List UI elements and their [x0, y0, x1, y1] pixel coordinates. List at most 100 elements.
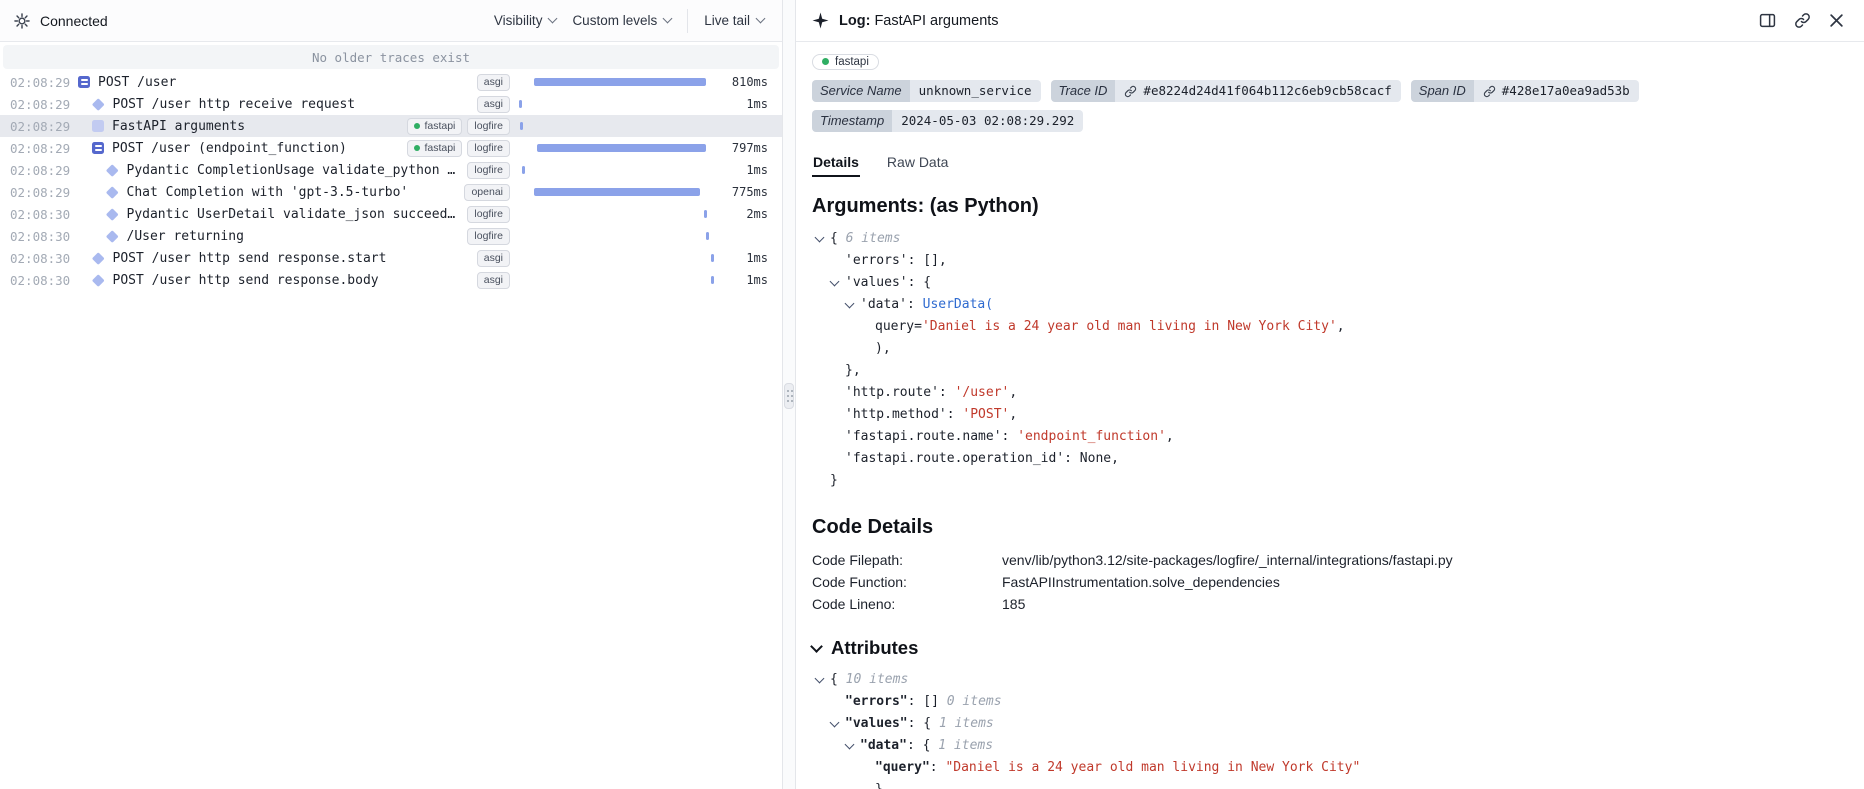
trace-row[interactable]: 02:08:29 Chat Completion with 'gpt-3.5-tu…	[0, 181, 782, 203]
chevron-down-icon	[548, 14, 558, 24]
trace-timeline	[518, 225, 714, 247]
meta-label: Service Name	[812, 80, 910, 102]
resize-grip-handle[interactable]	[784, 383, 794, 409]
chevron-down-icon	[756, 14, 766, 24]
attributes-heading: Attributes	[831, 637, 918, 659]
trace-timestamp: 02:08:30	[0, 207, 78, 222]
duration-bar	[534, 78, 706, 86]
json-line: 'http.method': 'POST',	[812, 404, 1840, 426]
json-line: { 10 items	[812, 669, 1840, 691]
toolbar-separator	[687, 9, 688, 33]
connection-status: Connected	[40, 13, 108, 29]
live-tail-dropdown[interactable]: Live tail	[704, 13, 764, 28]
duration-bar	[704, 210, 707, 218]
link-icon[interactable]	[1483, 85, 1496, 98]
duration-bar	[706, 232, 709, 240]
trace-timestamp: 02:08:29	[0, 185, 78, 200]
meta-trace-id: Trace ID#e8224d24d41f064b112c6eb9cb58cac…	[1051, 80, 1401, 102]
trace-duration: 1ms	[714, 97, 768, 111]
trace-message: POST /user http receive request	[113, 97, 356, 112]
open-in-panel-icon[interactable]	[1759, 12, 1776, 29]
meta-value: unknown_service	[910, 80, 1041, 102]
trace-row[interactable]: 02:08:30/User returninglogfire	[0, 225, 782, 247]
scope-badge-logfire: logfire	[467, 228, 510, 245]
collapse-caret-icon[interactable]	[815, 233, 825, 243]
trace-row[interactable]: 02:08:30POST /user http send response.st…	[0, 247, 782, 269]
trace-timestamp: 02:08:30	[0, 229, 78, 244]
trace-row[interactable]: 02:08:29FastAPI argumentsfastapilogfire	[0, 115, 782, 137]
visibility-dropdown[interactable]: Visibility	[494, 13, 557, 28]
chevron-down-icon	[663, 14, 673, 24]
json-line: ),	[812, 338, 1840, 360]
trace-timestamp: 02:08:29	[0, 97, 78, 112]
trace-row[interactable]: 02:08:29POST /user (endpoint_function)fa…	[0, 137, 782, 159]
code-detail-row: Code Lineno:185	[812, 593, 1840, 615]
trace-timeline	[518, 71, 714, 93]
meta-value-text: 2024-05-03 02:08:29.292	[901, 110, 1074, 132]
trace-message: Chat Completion with 'gpt-3.5-turbo'	[127, 185, 409, 200]
detail-title-text: FastAPI arguments	[874, 13, 998, 29]
collapse-caret-icon[interactable]	[815, 674, 825, 684]
json-line: 'values': {	[812, 272, 1840, 294]
duration-bar	[522, 166, 525, 174]
log-diamond-icon	[92, 274, 104, 286]
trace-message: POST /user (endpoint_function)	[112, 141, 347, 156]
link-icon[interactable]	[1124, 85, 1137, 98]
live-tail-label: Live tail	[704, 13, 750, 28]
panel-resize-divider[interactable]	[783, 0, 796, 789]
trace-row[interactable]: 02:08:29Pydantic CompletionUsage validat…	[0, 159, 782, 181]
collapse-caret-icon[interactable]	[830, 718, 840, 728]
meta-span-id: Span ID#428e17a0ea9ad53b	[1411, 80, 1639, 102]
trace-row[interactable]: 02:08:30POST /user http send response.bo…	[0, 269, 782, 291]
json-line: 'data': UserData(	[812, 294, 1840, 316]
collapse-caret-icon[interactable]	[845, 299, 855, 309]
collapse-caret-icon[interactable]	[830, 277, 840, 287]
trace-duration: 2ms	[714, 207, 768, 221]
code-detail-value: venv/lib/python3.12/site-packages/logfir…	[1002, 549, 1840, 571]
custom-levels-dropdown[interactable]: Custom levels	[572, 13, 671, 28]
chevron-down-icon	[810, 640, 823, 653]
close-icon[interactable]	[1829, 13, 1844, 28]
code-detail-value: 185	[1002, 593, 1840, 615]
settings-gear-icon[interactable]	[14, 13, 30, 29]
detail-body: fastapi Service Nameunknown_service Trace…	[796, 42, 1864, 789]
trace-duration: 1ms	[714, 273, 768, 287]
trace-timeline	[518, 247, 714, 269]
json-line: "query": "Daniel is a 24 year old man li…	[812, 757, 1840, 779]
tab-raw-data[interactable]: Raw Data	[886, 150, 949, 177]
detail-title-prefix: Log:	[839, 13, 870, 29]
trace-duration: 1ms	[714, 163, 768, 177]
json-line: 'http.route': '/user',	[812, 382, 1840, 404]
attributes-section-toggle[interactable]: Attributes	[812, 637, 1840, 659]
logfire-log-icon	[812, 12, 829, 29]
trace-timestamp: 02:08:29	[0, 75, 78, 90]
scope-badge-asgi: asgi	[477, 272, 510, 289]
detail-header: Log: FastAPI arguments	[796, 0, 1864, 42]
trace-message: POST /user http send response.body	[113, 273, 379, 288]
meta-timestamp: Timestamp2024-05-03 02:08:29.292	[812, 110, 1083, 132]
collapse-caret-icon[interactable]	[845, 740, 855, 750]
meta-row-ids: Service Nameunknown_service Trace ID#e822…	[812, 80, 1840, 102]
code-detail-label: Code Function:	[812, 571, 1002, 593]
trace-timestamp: 02:08:29	[0, 141, 78, 156]
scope-tag-fastapi: fastapi	[812, 54, 879, 70]
span-square-icon	[92, 120, 104, 132]
trace-timeline	[518, 181, 714, 203]
trace-row[interactable]: 02:08:29POST /user http receive requesta…	[0, 93, 782, 115]
meta-service-name: Service Nameunknown_service	[812, 80, 1041, 102]
trace-row[interactable]: 02:08:30Pydantic UserDetail validate_jso…	[0, 203, 782, 225]
duration-bar	[711, 254, 714, 262]
tab-details[interactable]: Details	[812, 150, 860, 177]
visibility-label: Visibility	[494, 13, 543, 28]
copy-link-icon[interactable]	[1794, 12, 1811, 29]
scope-badge-logfire: logfire	[467, 140, 510, 157]
scope-badge-asgi: asgi	[477, 250, 510, 267]
code-details-table: Code Filepath:venv/lib/python3.12/site-p…	[812, 549, 1840, 615]
code-detail-label: Code Lineno:	[812, 593, 1002, 615]
span-square-icon	[92, 142, 104, 154]
log-diamond-icon	[92, 98, 104, 110]
meta-value: #428e17a0ea9ad53b	[1474, 80, 1639, 102]
green-dot-icon	[822, 58, 829, 65]
trace-row[interactable]: 02:08:29POST /userasgi810ms	[0, 71, 782, 93]
code-detail-value: FastAPIInstrumentation.solve_dependencie…	[1002, 571, 1840, 593]
